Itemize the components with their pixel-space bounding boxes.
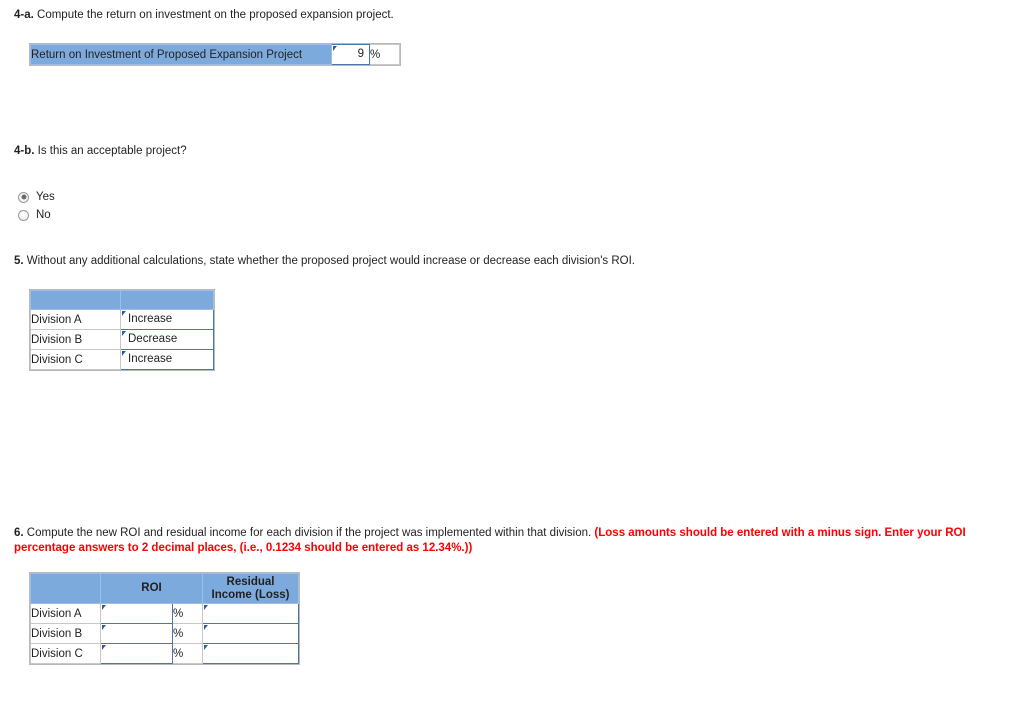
q6-unit-percent-division-c: %: [171, 643, 204, 664]
q6-residual-input-division-a[interactable]: [202, 603, 300, 624]
q6-residual-input-division-b[interactable]: [202, 623, 300, 644]
q5-header-blank-2: [120, 290, 214, 310]
table-row: Division C %: [30, 643, 300, 664]
question-4b-text: Is this an acceptable project?: [37, 145, 187, 157]
q6-residual-input-division-c[interactable]: [202, 643, 300, 664]
radio-yes-icon[interactable]: [18, 191, 29, 203]
q6-row-label-division-a: Division A: [30, 603, 101, 624]
question-6-number: 6.: [14, 527, 24, 539]
q5-division-roi-table: Division A Increase Division B Decrease …: [30, 290, 214, 370]
radio-option-no[interactable]: No: [18, 209, 51, 221]
question-4b-number: 4-b.: [14, 145, 35, 157]
question-4a-number: 4-a.: [14, 9, 34, 21]
question-5-text: Without any additional calculations, sta…: [26, 255, 635, 267]
q4a-roi-table: Return on Investment of Proposed Expansi…: [30, 44, 400, 65]
q6-header-residual-line1: Residual: [226, 575, 275, 588]
q6-residual-value-division-a[interactable]: [203, 604, 298, 623]
q6-residual-value-division-b[interactable]: [203, 624, 298, 643]
q5-select-value-division-c[interactable]: Increase: [121, 350, 213, 369]
q6-unit-percent-division-a: %: [171, 603, 204, 624]
table-row: Return on Investment of Proposed Expansi…: [30, 44, 400, 65]
question-6-prompt: 6. Compute the new ROI and residual inco…: [14, 526, 1006, 556]
q6-roi-input-division-b[interactable]: [100, 623, 173, 644]
q5-select-value-division-a[interactable]: Increase: [121, 310, 213, 329]
q5-row-label-division-c: Division C: [30, 349, 121, 370]
q6-residual-value-division-c[interactable]: [203, 644, 298, 663]
q5-select-division-a[interactable]: Increase: [120, 309, 214, 330]
q6-row-label-division-c: Division C: [30, 643, 101, 664]
q5-header-blank-1: [30, 290, 121, 310]
q6-header-roi: ROI: [99, 573, 204, 604]
q5-select-value-division-b[interactable]: Decrease: [121, 330, 213, 349]
q5-row-label-division-a: Division A: [30, 309, 121, 330]
question-4a-text: Compute the return on investment on the …: [37, 9, 394, 21]
radio-yes-label: Yes: [36, 191, 55, 203]
table-row: Division B Decrease: [30, 329, 214, 350]
question-5-number: 5.: [14, 255, 24, 267]
radio-option-yes[interactable]: Yes: [18, 191, 55, 203]
table-row: Division A Increase: [30, 309, 214, 330]
q6-row-label-division-b: Division B: [30, 623, 101, 644]
q6-roi-input-division-c[interactable]: [100, 643, 173, 664]
q6-header-blank: [30, 573, 101, 604]
table-header-row: ROI Residual Income (Loss): [30, 573, 300, 604]
radio-no-label: No: [36, 209, 51, 221]
q6-roi-value-division-c[interactable]: [101, 644, 172, 663]
table-header-row: [30, 290, 214, 310]
q6-roi-value-division-b[interactable]: [101, 624, 172, 643]
q6-roi-input-division-a[interactable]: [100, 603, 173, 624]
q4a-row-label: Return on Investment of Proposed Expansi…: [30, 44, 332, 65]
q4a-unit-percent: %: [369, 44, 400, 65]
q6-roi-value-division-a[interactable]: [101, 604, 172, 623]
radio-no-icon[interactable]: [18, 209, 29, 221]
q6-unit-percent-division-b: %: [171, 623, 204, 644]
question-4a-prompt: 4-a. Compute the return on investment on…: [14, 8, 394, 23]
q5-select-division-b[interactable]: Decrease: [120, 329, 214, 350]
table-row: Division B %: [30, 623, 300, 644]
q5-select-division-c[interactable]: Increase: [120, 349, 214, 370]
question-4b-prompt: 4-b. Is this an acceptable project?: [14, 144, 187, 159]
q5-row-label-division-b: Division B: [30, 329, 121, 350]
q4a-roi-input-cell[interactable]: 9: [331, 44, 370, 65]
question-6-text: Compute the new ROI and residual income …: [26, 527, 592, 539]
q6-roi-residual-table: ROI Residual Income (Loss) Division A % …: [30, 573, 300, 664]
table-row: Division A %: [30, 603, 300, 624]
question-5-prompt: 5. Without any additional calculations, …: [14, 254, 635, 269]
q4a-roi-input[interactable]: 9: [332, 45, 369, 64]
q6-header-residual-income: Residual Income (Loss): [202, 573, 300, 604]
q6-header-residual-line2: Income (Loss): [211, 588, 290, 601]
table-row: Division C Increase: [30, 349, 214, 370]
